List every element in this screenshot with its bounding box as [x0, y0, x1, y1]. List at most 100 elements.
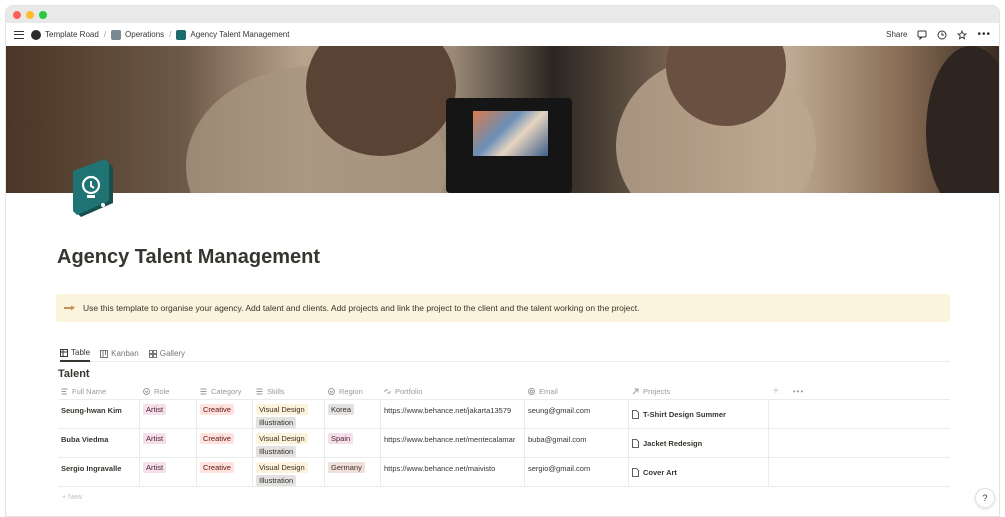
camera-monitor-image: [446, 98, 572, 193]
column-header-projects[interactable]: Projects: [629, 384, 769, 399]
more-options-icon[interactable]: •••: [977, 29, 991, 40]
cell-category[interactable]: Creative: [197, 400, 253, 428]
breadcrumb-item-template-road[interactable]: Template Road: [31, 29, 99, 40]
cell-role[interactable]: Artist: [140, 400, 197, 428]
table-icon: [60, 348, 68, 357]
breadcrumb: Template Road / Operations / Agency Tale…: [31, 29, 289, 40]
lightbulb-refresh-icon: [73, 159, 113, 217]
breadcrumb-separator: /: [103, 30, 107, 39]
select-property-icon: [143, 388, 150, 395]
kanban-icon: [100, 349, 109, 358]
document-icon: [632, 439, 639, 448]
gallery-icon: [148, 349, 157, 358]
cover-image: [6, 46, 999, 193]
column-header-role[interactable]: Role: [140, 384, 197, 399]
breadcrumb-item-agency-talent-management[interactable]: Agency Talent Management: [176, 29, 289, 40]
cell-email[interactable]: sergio@gmail.com: [525, 458, 629, 486]
database-title[interactable]: Talent: [58, 368, 90, 380]
cell-projects[interactable]: Jacket Redesign: [629, 429, 769, 457]
callout-block[interactable]: Use this template to organise your agenc…: [56, 294, 950, 322]
multi-select-property-icon: [200, 388, 207, 395]
template-road-logo-icon: [31, 29, 41, 40]
region-tag: Korea: [328, 404, 355, 415]
cell-skills[interactable]: Visual Design Illustration: [253, 400, 325, 428]
cell-region[interactable]: Korea: [325, 400, 381, 428]
skill-tag: Visual Design: [256, 404, 308, 415]
talent-table: Full Name Role Category Skills Region Po…: [58, 384, 950, 487]
skill-tag: Illustration: [256, 417, 297, 428]
role-tag: Artist: [143, 462, 167, 473]
page-icon: [176, 29, 187, 40]
cell-email[interactable]: seung@gmail.com: [525, 400, 629, 428]
cell-full-name[interactable]: Sergio Ingravalle: [58, 458, 140, 486]
comment-icon[interactable]: [917, 30, 927, 40]
column-header-region[interactable]: Region: [325, 384, 381, 399]
text-property-icon: [61, 388, 68, 395]
header-actions: + •••: [769, 384, 804, 399]
skill-tag: Visual Design: [256, 462, 308, 473]
title-bar: [6, 6, 999, 23]
role-tag: Artist: [143, 404, 167, 415]
cell-projects[interactable]: Cover Art: [629, 458, 769, 486]
relation-arrow-icon: [632, 388, 639, 395]
breadcrumb-separator: /: [169, 30, 172, 39]
cell-region[interactable]: Spain: [325, 429, 381, 457]
hamburger-menu-icon[interactable]: [14, 30, 24, 39]
select-property-icon: [328, 388, 335, 395]
column-header-skills[interactable]: Skills: [253, 384, 325, 399]
table-row[interactable]: Buba Viedma Artist Creative Visual Desig…: [58, 429, 950, 458]
cell-full-name[interactable]: Buba Viedma: [58, 429, 140, 457]
cell-region[interactable]: Germany: [325, 458, 381, 486]
cell-skills[interactable]: Visual Design Illustration: [253, 458, 325, 486]
document-icon: [632, 410, 639, 419]
star-icon[interactable]: [957, 29, 968, 40]
cell-portfolio[interactable]: https://www.behance.net/jakarta13579: [381, 400, 525, 428]
tab-gallery[interactable]: Gallery: [148, 346, 185, 362]
page-title: Agency Talent Management: [57, 246, 321, 268]
maximize-window-button[interactable]: [39, 10, 47, 19]
minimize-window-button[interactable]: [26, 10, 34, 19]
multi-select-property-icon: [256, 388, 263, 395]
column-header-portfolio[interactable]: Portfolio: [381, 384, 525, 399]
breadcrumb-item-operations[interactable]: Operations: [111, 29, 164, 40]
top-bar: Template Road / Operations / Agency Tale…: [6, 23, 999, 46]
link-icon: [384, 389, 391, 394]
cell-category[interactable]: Creative: [197, 458, 253, 486]
top-bar-actions: Share •••: [886, 29, 991, 40]
help-button[interactable]: ?: [975, 488, 995, 508]
document-icon: [632, 468, 639, 477]
add-property-icon[interactable]: +: [773, 386, 779, 397]
cell-full-name[interactable]: Seung-hwan Kim: [58, 400, 140, 428]
category-tag: Creative: [200, 404, 234, 415]
cell-portfolio[interactable]: https://www.behance.net/maivisto: [381, 458, 525, 486]
cell-email[interactable]: buba@gmail.com: [525, 429, 629, 457]
column-header-category[interactable]: Category: [197, 384, 253, 399]
region-tag: Germany: [328, 462, 365, 473]
cell-projects[interactable]: T-Shirt Design Summer: [629, 400, 769, 428]
share-button[interactable]: Share: [886, 30, 907, 39]
table-row[interactable]: Sergio Ingravalle Artist Creative Visual…: [58, 458, 950, 487]
cell-category[interactable]: Creative: [197, 429, 253, 457]
table-row[interactable]: Seung-hwan Kim Artist Creative Visual De…: [58, 400, 950, 429]
skill-tag: Visual Design: [256, 433, 308, 444]
cell-role[interactable]: Artist: [140, 458, 197, 486]
browser-window: Template Road / Operations / Agency Tale…: [5, 5, 1000, 517]
skill-tag: Illustration: [256, 446, 297, 457]
table-header: Full Name Role Category Skills Region Po…: [58, 384, 950, 400]
cell-role[interactable]: Artist: [140, 429, 197, 457]
more-options-icon[interactable]: •••: [793, 387, 804, 396]
column-header-full-name[interactable]: Full Name: [58, 384, 140, 399]
clock-icon[interactable]: [937, 30, 947, 40]
view-tabs: Table Kanban Gallery: [60, 346, 950, 362]
building-icon: [111, 29, 122, 40]
cell-portfolio[interactable]: https://www.behance.net/mentecalamar: [381, 429, 525, 457]
close-window-button[interactable]: [13, 10, 21, 19]
region-tag: Spain: [328, 433, 354, 444]
cell-skills[interactable]: Visual Design Illustration: [253, 429, 325, 457]
tab-kanban[interactable]: Kanban: [100, 346, 139, 362]
role-tag: Artist: [143, 433, 167, 444]
column-header-email[interactable]: Email: [525, 384, 629, 399]
callout-text: Use this template to organise your agenc…: [83, 303, 640, 313]
new-row-button[interactable]: + New: [62, 494, 82, 501]
tab-table[interactable]: Table: [60, 346, 91, 362]
